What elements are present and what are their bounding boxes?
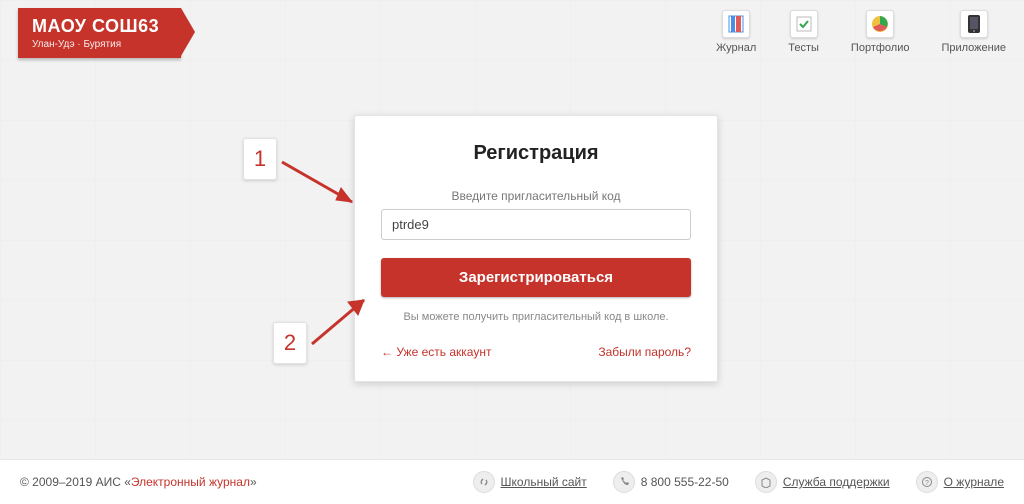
school-logo-ribbon[interactable]: МАОУ СОШ63 Улан-Удэ · Бурятия: [18, 8, 181, 58]
footer-journal-link[interactable]: Электронный журнал: [131, 475, 250, 489]
nav-app-label: Приложение: [941, 42, 1006, 54]
footer-about[interactable]: ? О журнале: [916, 471, 1004, 493]
invite-hint: Вы можете получить пригласительный код в…: [381, 311, 691, 323]
link-icon: [473, 471, 495, 493]
journal-icon: [722, 10, 750, 38]
nav-tests-label: Тесты: [788, 42, 819, 54]
svg-text:?: ?: [925, 480, 929, 487]
copy-suffix: »: [250, 475, 257, 489]
phone-icon: [613, 471, 635, 493]
top-nav: Журнал Тесты Портфолио Приложение: [716, 10, 1006, 54]
card-title: Регистрация: [381, 142, 691, 165]
nav-journal-label: Журнал: [716, 42, 756, 54]
footer-support[interactable]: Служба поддержки: [755, 471, 890, 493]
nav-app[interactable]: Приложение: [941, 10, 1006, 54]
app-icon: [960, 10, 988, 38]
footer-copyright: © 2009–2019 АИС «Электронный журнал»: [20, 475, 257, 489]
forgot-password-link[interactable]: Забыли пароль?: [598, 345, 691, 359]
nav-portfolio-label: Портфолио: [851, 42, 910, 54]
school-name: МАОУ СОШ63: [32, 16, 159, 37]
about-icon: ?: [916, 471, 938, 493]
school-location: Улан-Удэ · Бурятия: [32, 39, 159, 50]
nav-journal[interactable]: Журнал: [716, 10, 756, 54]
support-icon: [755, 471, 777, 493]
footer: © 2009–2019 АИС «Электронный журнал» Шко…: [0, 459, 1024, 504]
register-button[interactable]: Зарегистрироваться: [381, 258, 691, 297]
footer-phone-text: 8 800 555-22-50: [641, 475, 729, 489]
tests-icon: [790, 10, 818, 38]
footer-support-text: Служба поддержки: [783, 475, 890, 489]
nav-portfolio[interactable]: Портфолио: [851, 10, 910, 54]
invite-code-input[interactable]: [381, 209, 691, 240]
registration-card: Регистрация Введите пригласительный код …: [354, 115, 718, 382]
footer-about-text: О журнале: [944, 475, 1004, 489]
invite-code-label: Введите пригласительный код: [381, 189, 691, 203]
step-badge-2: 2: [273, 322, 307, 364]
copy-prefix: © 2009–2019 АИС «: [20, 475, 131, 489]
have-account-link[interactable]: ← Уже есть аккаунт: [381, 345, 491, 359]
step-badge-1: 1: [243, 138, 277, 180]
nav-tests[interactable]: Тесты: [788, 10, 819, 54]
footer-site-text: Школьный сайт: [501, 475, 587, 489]
footer-phone[interactable]: 8 800 555-22-50: [613, 471, 729, 493]
footer-school-site[interactable]: Школьный сайт: [473, 471, 587, 493]
portfolio-icon: [866, 10, 894, 38]
